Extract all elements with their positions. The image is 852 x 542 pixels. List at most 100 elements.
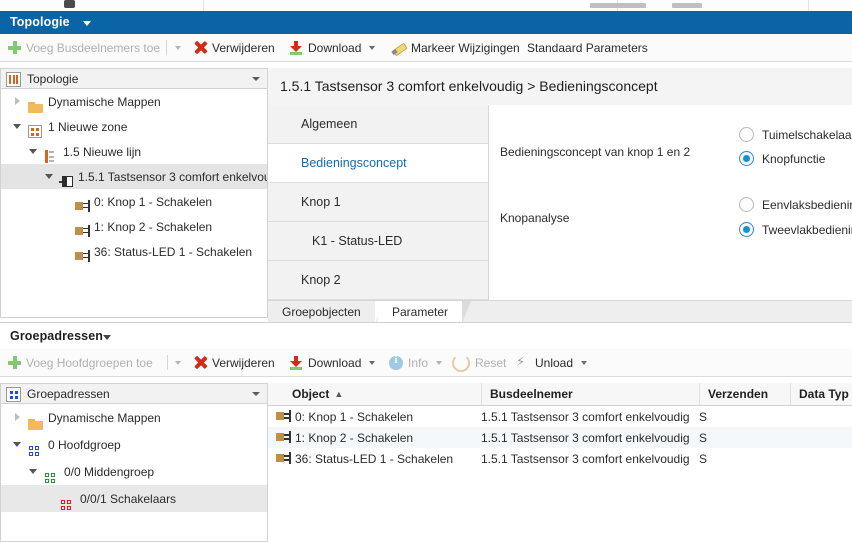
toolbar-label: Download: [308, 356, 361, 370]
groepadressen-table: Object ▲ Busdeelnemer Verzenden Data Typ…: [268, 383, 852, 542]
cell-busdeelnemer: 1.5.1 Tastsensor 3 comfort enkelvoudig: [481, 448, 699, 469]
column-header-verzenden[interactable]: Verzenden: [699, 383, 790, 405]
tab-parameter[interactable]: Parameter: [378, 301, 462, 323]
toolbar-label: Voeg Hoofdgroepen toe: [26, 356, 153, 370]
tree-node-statusled-object[interactable]: 36: Status-LED 1 - Schakelen: [1, 239, 267, 264]
line-icon: [44, 150, 60, 164]
nav-item-k1-status-led[interactable]: K1 - Status-LED: [268, 222, 488, 261]
toolbar-markeer-wijzigingen[interactable]: Markeer Wijzigingen: [392, 34, 520, 61]
nav-item-algemeen[interactable]: Algemeen: [268, 105, 488, 144]
chevron-down-icon[interactable]: [103, 335, 111, 340]
tree-node-label: 36: Status-LED 1 - Schakelen: [94, 245, 252, 259]
expander-icon[interactable]: [45, 172, 55, 182]
radio-icon-selected: [739, 151, 754, 166]
group-object-icon: [276, 410, 292, 423]
toolbar-verwijderen[interactable]: Verwijderen: [194, 34, 275, 61]
column-header-datatype[interactable]: Data Typ: [790, 383, 852, 405]
table-row[interactable]: 0: Knop 1 - Schakelen 1.5.1 Tastsensor 3…: [268, 406, 852, 427]
group-object-icon: [276, 431, 292, 444]
tree-node-label: 1: Knop 2 - Schakelen: [94, 220, 212, 234]
toolbar-label: Verwijderen: [212, 356, 275, 370]
expander-icon[interactable]: [13, 97, 23, 107]
cell-datatype: [790, 448, 852, 469]
ga-toolbar-unload[interactable]: Unload: [516, 349, 587, 376]
ga-tree-node-middengroep[interactable]: 0/0 Middengroep: [1, 458, 267, 485]
chevron-down-icon[interactable]: [252, 77, 260, 81]
expander-icon[interactable]: [13, 122, 23, 132]
nav-item-bedieningsconcept[interactable]: Bedieningsconcept: [268, 144, 488, 183]
toolbar-add-dropdown[interactable]: [175, 34, 181, 61]
ga-toolbar-add-dropdown[interactable]: [175, 349, 181, 376]
unload-icon: [516, 356, 530, 370]
topologie-window-titlebar[interactable]: Topologie: [0, 11, 852, 34]
tree-node-knop2-object[interactable]: 1: Knop 2 - Schakelen: [1, 214, 267, 239]
tree-node-nieuwe-zone[interactable]: 1 Nieuwe zone: [1, 114, 267, 139]
radio-icon-selected: [739, 222, 754, 237]
tree-node-label: 0/0/1 Schakelaars: [80, 492, 176, 506]
clipped-icon: [64, 0, 75, 8]
tree-node-label: 0 Hoofdgroep: [48, 438, 121, 452]
chevron-down-icon[interactable]: [83, 21, 91, 26]
cell-datatype: [790, 406, 852, 427]
ga-toolbar-verwijderen[interactable]: Verwijderen: [194, 349, 275, 376]
radio-label: Knopfunctie: [762, 152, 825, 166]
toolbar-add-busdeelnemers[interactable]: Voeg Busdeelnemers toe: [8, 34, 160, 61]
groupaddress-icon: [6, 387, 21, 402]
nav-item-label: Knop 2: [301, 273, 341, 287]
nav-item-knop-2[interactable]: Knop 2: [268, 261, 488, 300]
tab-groepobjecten[interactable]: Groepobjecten: [268, 301, 375, 323]
cell-verzenden: S: [699, 406, 790, 427]
tree-node-label: 1.5.1 Tastsensor 3 comfort enkelvoudig: [78, 170, 268, 184]
table-row[interactable]: 1: Knop 2 - Schakelen 1.5.1 Tastsensor 3…: [268, 427, 852, 448]
cell-object: 0: Knop 1 - Schakelen: [276, 406, 481, 427]
ga-tree-node-schakelaars[interactable]: 0/0/1 Schakelaars: [1, 485, 267, 512]
parameter-nav-list: Algemeen Bedieningsconcept Knop 1 K1 - S…: [268, 105, 489, 300]
nav-item-label: Algemeen: [301, 117, 357, 131]
folder-icon: [28, 101, 44, 115]
toolbar-label: Unload: [535, 356, 573, 370]
chevron-down-icon[interactable]: [252, 392, 260, 396]
expander-icon[interactable]: [29, 467, 39, 477]
radio-knopfunctie[interactable]: Knopfunctie: [739, 151, 825, 166]
tree-node-nieuwe-lijn[interactable]: 1.5 Nieuwe lijn: [1, 139, 267, 164]
radio-tuimelschakelaar[interactable]: Tuimelschakelaar: [739, 127, 852, 142]
radio-icon: [739, 127, 754, 142]
tree-node-dynamische-mappen[interactable]: Dynamische Mappen: [1, 89, 267, 114]
ga-toolbar-add-hoofdgroepen[interactable]: Voeg Hoofdgroepen toe: [8, 349, 153, 376]
column-label: Object: [292, 387, 329, 401]
radio-icon: [739, 197, 754, 212]
detail-tabbar: Groepobjecten Parameter: [268, 300, 852, 323]
ga-toolbar-download[interactable]: Download: [289, 349, 375, 376]
column-header-object[interactable]: Object ▲: [268, 383, 481, 405]
chevron-down-icon: [369, 361, 375, 365]
toolbar-standaard-parameters[interactable]: Standaard Parameters: [527, 34, 648, 61]
expander-icon[interactable]: [13, 413, 23, 423]
radio-tweevlakbediening[interactable]: Tweevlakbediening: [739, 222, 852, 237]
expander-icon[interactable]: [29, 147, 39, 157]
tree-node-knop1-object[interactable]: 0: Knop 1 - Schakelen: [1, 189, 267, 214]
chevron-down-icon: [369, 46, 375, 50]
folder-icon: [28, 418, 44, 432]
radio-eenvlaksbediening[interactable]: Eenvlaksbediening: [739, 197, 852, 212]
ga-tree-node-dynamische-mappen[interactable]: Dynamische Mappen: [1, 404, 267, 431]
tree-node-label: 0/0 Middengroep: [64, 465, 154, 479]
toolbar-label: Standaard Parameters: [527, 41, 648, 55]
column-label: Data Typ: [799, 387, 849, 401]
chevron-down-icon: [581, 361, 587, 365]
ga-tree-node-hoofdgroep[interactable]: 0 Hoofdgroep: [1, 431, 267, 458]
download-icon: [289, 356, 303, 370]
toolbar-download[interactable]: Download: [289, 34, 375, 61]
groepadressen-tree-header[interactable]: Groepadressen: [0, 383, 268, 404]
plus-icon: [8, 41, 21, 54]
groepadressen-window-titlebar[interactable]: Groepadressen: [0, 322, 852, 350]
ga-toolbar-reset[interactable]: Reset: [452, 349, 506, 376]
tree-node-tastsensor[interactable]: 1.5.1 Tastsensor 3 comfort enkelvoudig: [1, 164, 267, 189]
topologie-tree-header[interactable]: Topologie: [0, 68, 268, 89]
expander-icon[interactable]: [13, 440, 23, 450]
nav-item-knop-1[interactable]: Knop 1: [268, 183, 488, 222]
table-row[interactable]: 36: Status-LED 1 - Schakelen 1.5.1 Tasts…: [268, 448, 852, 469]
column-header-busdeelnemer[interactable]: Busdeelnemer: [481, 383, 699, 405]
ga-toolbar-info[interactable]: Info: [389, 349, 442, 376]
marker-icon: [392, 41, 406, 55]
cell-busdeelnemer: 1.5.1 Tastsensor 3 comfort enkelvoudig: [481, 427, 699, 448]
